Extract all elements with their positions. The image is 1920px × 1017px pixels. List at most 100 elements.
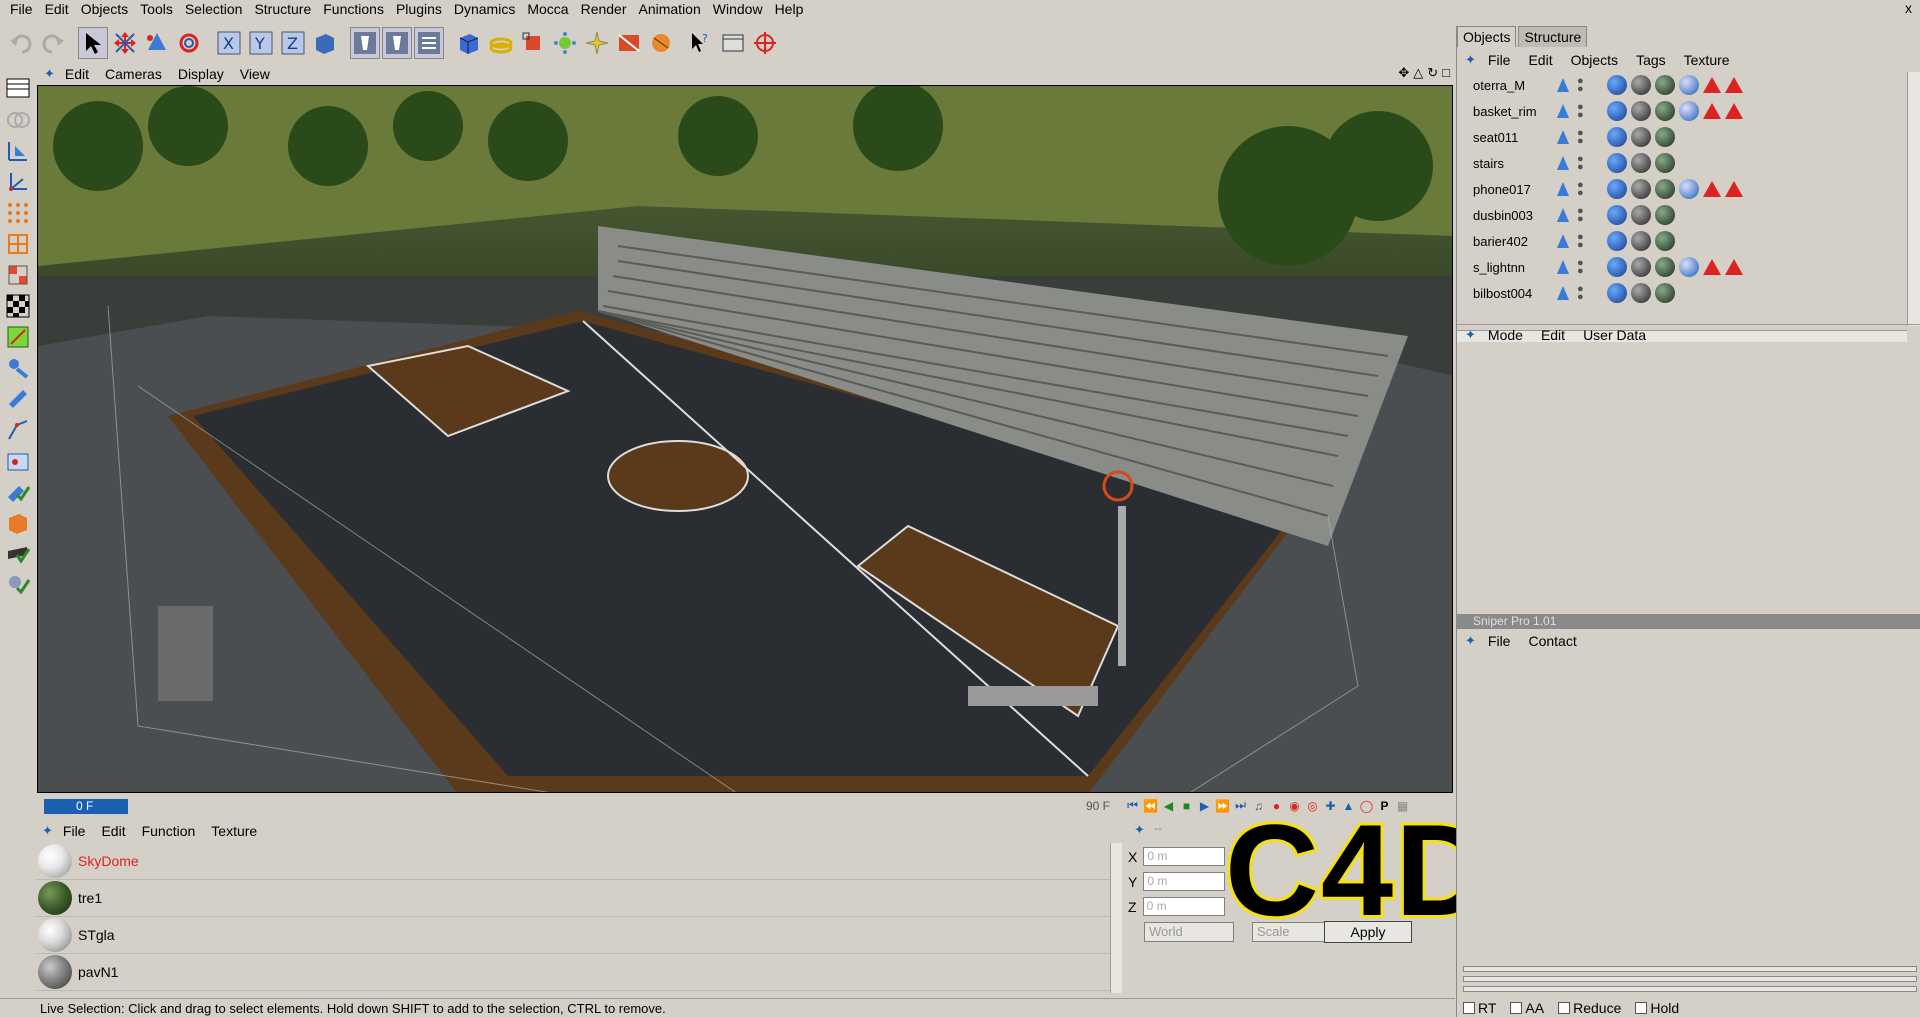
phong-tag-icon[interactable] <box>1607 153 1627 173</box>
visibility-dots-icon[interactable]: ● ● <box>1577 128 1584 147</box>
z-axis-icon[interactable]: Z <box>278 27 308 59</box>
warning-tag-icon[interactable] <box>1703 259 1721 275</box>
attribute-menu-user-data[interactable]: User Data <box>1577 327 1652 343</box>
live-selection-icon[interactable] <box>78 27 108 59</box>
menu-plugins[interactable]: Plugins <box>390 0 448 18</box>
rt-checkbox[interactable]: RT <box>1463 1000 1496 1016</box>
play-icon[interactable]: ▶ <box>1197 797 1212 814</box>
texture-tag-icon[interactable] <box>1631 75 1651 95</box>
object-row[interactable]: seat011 ● ● <box>1457 124 1907 150</box>
menu-help[interactable]: Help <box>769 0 810 18</box>
warning-tag-icon[interactable] <box>1725 181 1743 197</box>
material-pin-icon[interactable]: ✦ <box>42 823 53 839</box>
menu-dynamics[interactable]: Dynamics <box>448 0 521 18</box>
orbit-icon[interactable]: ↻ <box>1427 65 1438 81</box>
light-icon[interactable] <box>646 27 676 59</box>
object-menu-texture[interactable]: Texture <box>1678 52 1736 68</box>
object-list-scrollbar[interactable] <box>1907 72 1920 326</box>
lock-workplane-icon[interactable] <box>3 539 33 568</box>
array-icon[interactable] <box>550 27 580 59</box>
viewport-menu-cameras[interactable]: Cameras <box>99 66 168 82</box>
uvw-tag-icon[interactable] <box>1655 231 1675 251</box>
phong-tag-icon[interactable] <box>1607 127 1627 147</box>
edges-icon[interactable] <box>3 229 33 258</box>
object-menu-file[interactable]: File <box>1482 52 1517 68</box>
pan-icon[interactable]: ✥ <box>1398 65 1409 81</box>
play-reverse-icon[interactable]: ◀ <box>1161 797 1176 814</box>
x-axis-icon[interactable]: X <box>214 27 244 59</box>
uvw-tag-icon[interactable] <box>1679 257 1699 277</box>
texture-tag-icon[interactable] <box>1631 101 1651 121</box>
warning-tag-icon[interactable] <box>1703 77 1721 93</box>
uvw-tag-icon[interactable] <box>1655 283 1675 303</box>
animation-icon[interactable] <box>3 353 33 382</box>
menu-functions[interactable]: Functions <box>317 0 390 18</box>
coord-pin-icon[interactable]: ✦ <box>1134 822 1145 838</box>
goto-start-icon[interactable]: ⏮ <box>1125 797 1140 814</box>
attribute-menu-mode[interactable]: Mode <box>1482 327 1529 343</box>
phong-tag-icon[interactable] <box>1607 179 1627 199</box>
spline-icon[interactable] <box>486 27 516 59</box>
uvw-tag-icon[interactable] <box>1679 179 1699 199</box>
warning-tag-icon[interactable] <box>1703 103 1721 119</box>
render-view-icon[interactable] <box>350 27 380 59</box>
texture-tag-icon[interactable] <box>1655 179 1675 199</box>
menu-objects[interactable]: Objects <box>75 0 134 18</box>
visibility-dots-icon[interactable]: ● ● <box>1577 258 1584 277</box>
tab-structure[interactable]: Structure <box>1518 26 1588 47</box>
texture-tag-icon[interactable] <box>1655 101 1675 121</box>
viewport-menu-view[interactable]: View <box>234 66 276 82</box>
texture-tag-icon[interactable] <box>1655 257 1675 277</box>
object-pin-icon[interactable]: ✦ <box>1465 52 1476 68</box>
warning-tag-icon[interactable] <box>1725 259 1743 275</box>
object-row[interactable]: basket_rim ● ● <box>1457 98 1907 124</box>
material-menu-edit[interactable]: Edit <box>95 823 131 839</box>
phong-tag-icon[interactable] <box>1607 101 1627 121</box>
prev-key-icon[interactable]: ⏪ <box>1143 797 1158 814</box>
move-icon[interactable] <box>110 27 140 59</box>
uvw-tag-icon[interactable] <box>1655 153 1675 173</box>
texture-tag-icon[interactable] <box>1631 283 1651 303</box>
stop-icon[interactable]: ■ <box>1179 797 1194 814</box>
coordinate-system-icon[interactable] <box>310 27 340 59</box>
visibility-dots-icon[interactable]: ● ● <box>1577 180 1584 199</box>
visibility-dots-icon[interactable]: ● ● <box>1577 232 1584 251</box>
uvw-tag-icon[interactable] <box>1679 75 1699 95</box>
aa-checkbox[interactable]: AA <box>1510 1000 1544 1016</box>
render-settings-icon[interactable] <box>414 27 444 59</box>
nurbs-icon[interactable] <box>518 27 548 59</box>
material-item[interactable]: pavN1 <box>36 954 1110 991</box>
phong-tag-icon[interactable] <box>1607 231 1627 251</box>
texture-checker-icon[interactable] <box>3 291 33 320</box>
material-menu-function[interactable]: Function <box>136 823 202 839</box>
axis-icon[interactable] <box>3 167 33 196</box>
visibility-dots-icon[interactable]: ● ● <box>1577 76 1584 95</box>
viewport-menu-display[interactable]: Display <box>172 66 230 82</box>
texture-tag-icon[interactable] <box>1631 205 1651 225</box>
object-row[interactable]: phone017 ● ● <box>1457 176 1907 202</box>
object-row[interactable]: stairs ● ● <box>1457 150 1907 176</box>
texture-tag-icon[interactable] <box>1655 75 1675 95</box>
texture-tag-icon[interactable] <box>1631 153 1651 173</box>
current-frame-indicator[interactable]: 0 F <box>44 799 128 814</box>
object-row[interactable]: barier402 ● ● <box>1457 228 1907 254</box>
phong-tag-icon[interactable] <box>1607 75 1627 95</box>
menu-render[interactable]: Render <box>575 0 633 18</box>
warning-tag-icon[interactable] <box>1725 103 1743 119</box>
coordinate-mode-select[interactable]: World <box>1144 922 1234 942</box>
points-icon[interactable] <box>3 198 33 227</box>
shortcut-icon[interactable] <box>718 27 748 59</box>
object-row[interactable]: dusbin003 ● ● <box>1457 202 1907 228</box>
object-row[interactable]: oterra_M ● ● <box>1457 72 1907 98</box>
layout-icon[interactable] <box>3 74 33 103</box>
material-item[interactable]: SkyDome <box>36 843 1110 880</box>
attribute-menu-edit[interactable]: Edit <box>1535 327 1571 343</box>
position-x-field[interactable]: 0 m <box>1143 847 1226 866</box>
workplane-icon[interactable] <box>3 446 33 475</box>
warning-tag-icon[interactable] <box>1703 181 1721 197</box>
material-menu-file[interactable]: File <box>57 823 92 839</box>
texture-tag-icon[interactable] <box>1631 179 1651 199</box>
polygons-icon[interactable] <box>3 260 33 289</box>
object-menu-objects[interactable]: Objects <box>1565 52 1624 68</box>
tab-objects[interactable]: Objects <box>1457 26 1517 47</box>
